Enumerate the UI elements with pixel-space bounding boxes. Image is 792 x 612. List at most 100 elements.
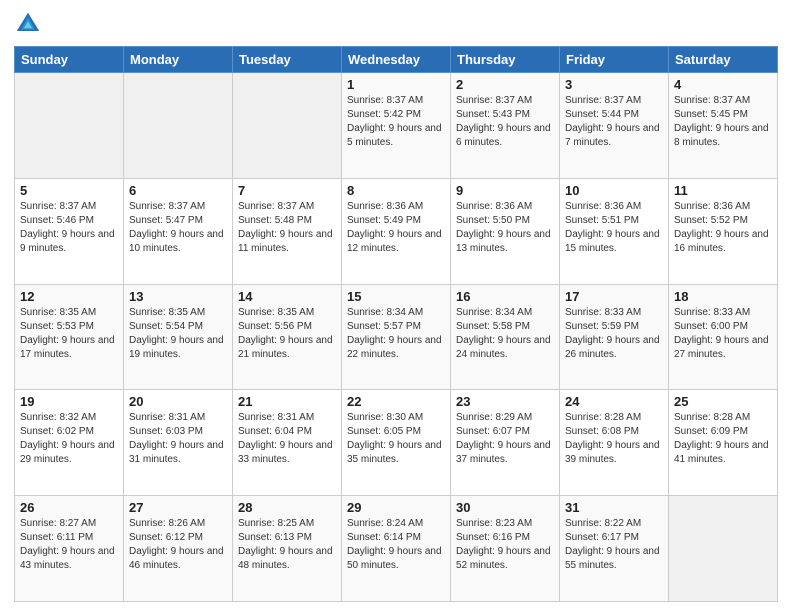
day-number: 13 [129,289,227,304]
day-number: 23 [456,394,554,409]
calendar-cell: 2 Sunrise: 8:37 AMSunset: 5:43 PMDaylight… [451,73,560,179]
day-number: 16 [456,289,554,304]
calendar-cell: 16 Sunrise: 8:34 AMSunset: 5:58 PMDayligh… [451,284,560,390]
calendar-cell: 7Sunrise: 8:37 AMSunset: 5:48 PMDaylight… [233,178,342,284]
calendar-cell [124,73,233,179]
calendar-cell: 3Sunrise: 8:37 AMSunset: 5:44 PMDaylight… [560,73,669,179]
weekday-header-saturday: Saturday [669,47,778,73]
day-number: 9 [456,183,554,198]
day-info: Sunrise: 8:37 AMSunset: 5:47 PMDaylight:… [129,200,227,256]
day-info: Sunrise: 8:33 AMSunset: 5:59 PMDaylight:… [565,306,663,362]
day-info: Sunrise: 8:22 AMSunset: 6:17 PMDaylight:… [565,517,663,573]
day-info: Sunrise: 8:34 AMSunset: 5:57 PMDaylight:… [347,306,445,362]
weekday-header-monday: Monday [124,47,233,73]
day-info: Sunrise: 8:35 AMSunset: 5:56 PMDaylight:… [238,306,336,362]
day-number: 14 [238,289,336,304]
day-info: Sunrise: 8:35 AMSunset: 5:54 PMDaylight:… [129,306,227,362]
calendar-cell [669,496,778,602]
calendar-cell: 20 Sunrise: 8:31 AMSunset: 6:03 PMDayligh… [124,390,233,496]
calendar-week-row: 19Sunrise: 8:32 AMSunset: 6:02 PMDayligh… [15,390,778,496]
day-info: Sunrise: 8:30 AMSunset: 6:05 PMDaylight:… [347,411,445,467]
calendar-week-row: 1 Sunrise: 8:37 AMSunset: 5:42 PMDaylight… [15,73,778,179]
calendar-table: SundayMondayTuesdayWednesdayThursdayFrid… [14,46,778,602]
calendar-cell: 30Sunrise: 8:23 AMSunset: 6:16 PMDayligh… [451,496,560,602]
page-container: SundayMondayTuesdayWednesdayThursdayFrid… [0,0,792,612]
weekday-header-friday: Friday [560,47,669,73]
day-info: Sunrise: 8:37 AMSunset: 5:48 PMDaylight:… [238,200,336,256]
day-info: Sunrise: 8:35 AMSunset: 5:53 PMDaylight:… [20,306,118,362]
calendar-cell: 15 Sunrise: 8:34 AMSunset: 5:57 PMDayligh… [342,284,451,390]
day-info: Sunrise: 8:31 AMSunset: 6:04 PMDaylight:… [238,411,336,467]
day-number: 8 [347,183,445,198]
day-info: Sunrise: 8:34 AMSunset: 5:58 PMDaylight:… [456,306,554,362]
day-info: Sunrise: 8:36 AMSunset: 5:49 PMDaylight:… [347,200,445,256]
day-info: Sunrise: 8:25 AMSunset: 6:13 PMDaylight:… [238,517,336,573]
calendar-week-row: 12Sunrise: 8:35 AMSunset: 5:53 PMDayligh… [15,284,778,390]
calendar-cell: 29Sunrise: 8:24 AMSunset: 6:14 PMDayligh… [342,496,451,602]
day-number: 15 [347,289,445,304]
day-number: 27 [129,500,227,515]
calendar-cell: 24 Sunrise: 8:28 AMSunset: 6:08 PMDayligh… [560,390,669,496]
calendar-cell: 17 Sunrise: 8:33 AMSunset: 5:59 PMDayligh… [560,284,669,390]
calendar-cell: 12Sunrise: 8:35 AMSunset: 5:53 PMDayligh… [15,284,124,390]
day-info: Sunrise: 8:31 AMSunset: 6:03 PMDaylight:… [129,411,227,467]
calendar-cell: 26Sunrise: 8:27 AMSunset: 6:11 PMDayligh… [15,496,124,602]
day-info: Sunrise: 8:26 AMSunset: 6:12 PMDaylight:… [129,517,227,573]
day-info: Sunrise: 8:37 AMSunset: 5:46 PMDaylight:… [20,200,118,256]
day-number: 10 [565,183,663,198]
calendar-cell: 25Sunrise: 8:28 AMSunset: 6:09 PMDayligh… [669,390,778,496]
day-number: 25 [674,394,772,409]
day-info: Sunrise: 8:37 AMSunset: 5:43 PMDaylight:… [456,94,554,150]
day-number: 19 [20,394,118,409]
weekday-header-sunday: Sunday [15,47,124,73]
calendar-cell: 14 Sunrise: 8:35 AMSunset: 5:56 PMDayligh… [233,284,342,390]
calendar-cell: 11Sunrise: 8:36 AMSunset: 5:52 PMDayligh… [669,178,778,284]
logo-icon [14,10,42,38]
day-info: Sunrise: 8:37 AMSunset: 5:42 PMDaylight:… [347,94,445,150]
day-number: 30 [456,500,554,515]
calendar-cell: 28 Sunrise: 8:25 AMSunset: 6:13 PMDayligh… [233,496,342,602]
day-number: 6 [129,183,227,198]
day-number: 2 [456,77,554,92]
calendar-cell: 22Sunrise: 8:30 AMSunset: 6:05 PMDayligh… [342,390,451,496]
logo [14,10,46,38]
calendar-week-row: 26Sunrise: 8:27 AMSunset: 6:11 PMDayligh… [15,496,778,602]
day-info: Sunrise: 8:37 AMSunset: 5:45 PMDaylight:… [674,94,772,150]
calendar-cell: 13 Sunrise: 8:35 AMSunset: 5:54 PMDayligh… [124,284,233,390]
calendar-cell: 8 Sunrise: 8:36 AMSunset: 5:49 PMDaylight… [342,178,451,284]
calendar-cell [15,73,124,179]
weekday-header-tuesday: Tuesday [233,47,342,73]
day-info: Sunrise: 8:36 AMSunset: 5:52 PMDaylight:… [674,200,772,256]
day-info: Sunrise: 8:28 AMSunset: 6:08 PMDaylight:… [565,411,663,467]
day-info: Sunrise: 8:37 AMSunset: 5:44 PMDaylight:… [565,94,663,150]
day-number: 1 [347,77,445,92]
calendar-cell: 31Sunrise: 8:22 AMSunset: 6:17 PMDayligh… [560,496,669,602]
day-number: 17 [565,289,663,304]
day-number: 28 [238,500,336,515]
calendar-cell: 21 Sunrise: 8:31 AMSunset: 6:04 PMDayligh… [233,390,342,496]
day-number: 4 [674,77,772,92]
day-number: 29 [347,500,445,515]
day-number: 20 [129,394,227,409]
day-number: 5 [20,183,118,198]
calendar-cell: 4 Sunrise: 8:37 AMSunset: 5:45 PMDaylight… [669,73,778,179]
header [14,10,778,38]
calendar-cell: 19Sunrise: 8:32 AMSunset: 6:02 PMDayligh… [15,390,124,496]
calendar-cell: 6 Sunrise: 8:37 AMSunset: 5:47 PMDaylight… [124,178,233,284]
calendar-cell: 1 Sunrise: 8:37 AMSunset: 5:42 PMDaylight… [342,73,451,179]
calendar-cell: 5 Sunrise: 8:37 AMSunset: 5:46 PMDaylight… [15,178,124,284]
calendar-cell [233,73,342,179]
day-info: Sunrise: 8:29 AMSunset: 6:07 PMDaylight:… [456,411,554,467]
calendar-cell: 18 Sunrise: 8:33 AMSunset: 6:00 PMDayligh… [669,284,778,390]
calendar-week-row: 5 Sunrise: 8:37 AMSunset: 5:46 PMDaylight… [15,178,778,284]
day-number: 18 [674,289,772,304]
calendar-cell: 9Sunrise: 8:36 AMSunset: 5:50 PMDaylight… [451,178,560,284]
calendar-cell: 10 Sunrise: 8:36 AMSunset: 5:51 PMDayligh… [560,178,669,284]
day-number: 24 [565,394,663,409]
day-number: 21 [238,394,336,409]
day-info: Sunrise: 8:33 AMSunset: 6:00 PMDaylight:… [674,306,772,362]
calendar-cell: 23 Sunrise: 8:29 AMSunset: 6:07 PMDayligh… [451,390,560,496]
weekday-header-wednesday: Wednesday [342,47,451,73]
day-info: Sunrise: 8:36 AMSunset: 5:51 PMDaylight:… [565,200,663,256]
day-number: 26 [20,500,118,515]
